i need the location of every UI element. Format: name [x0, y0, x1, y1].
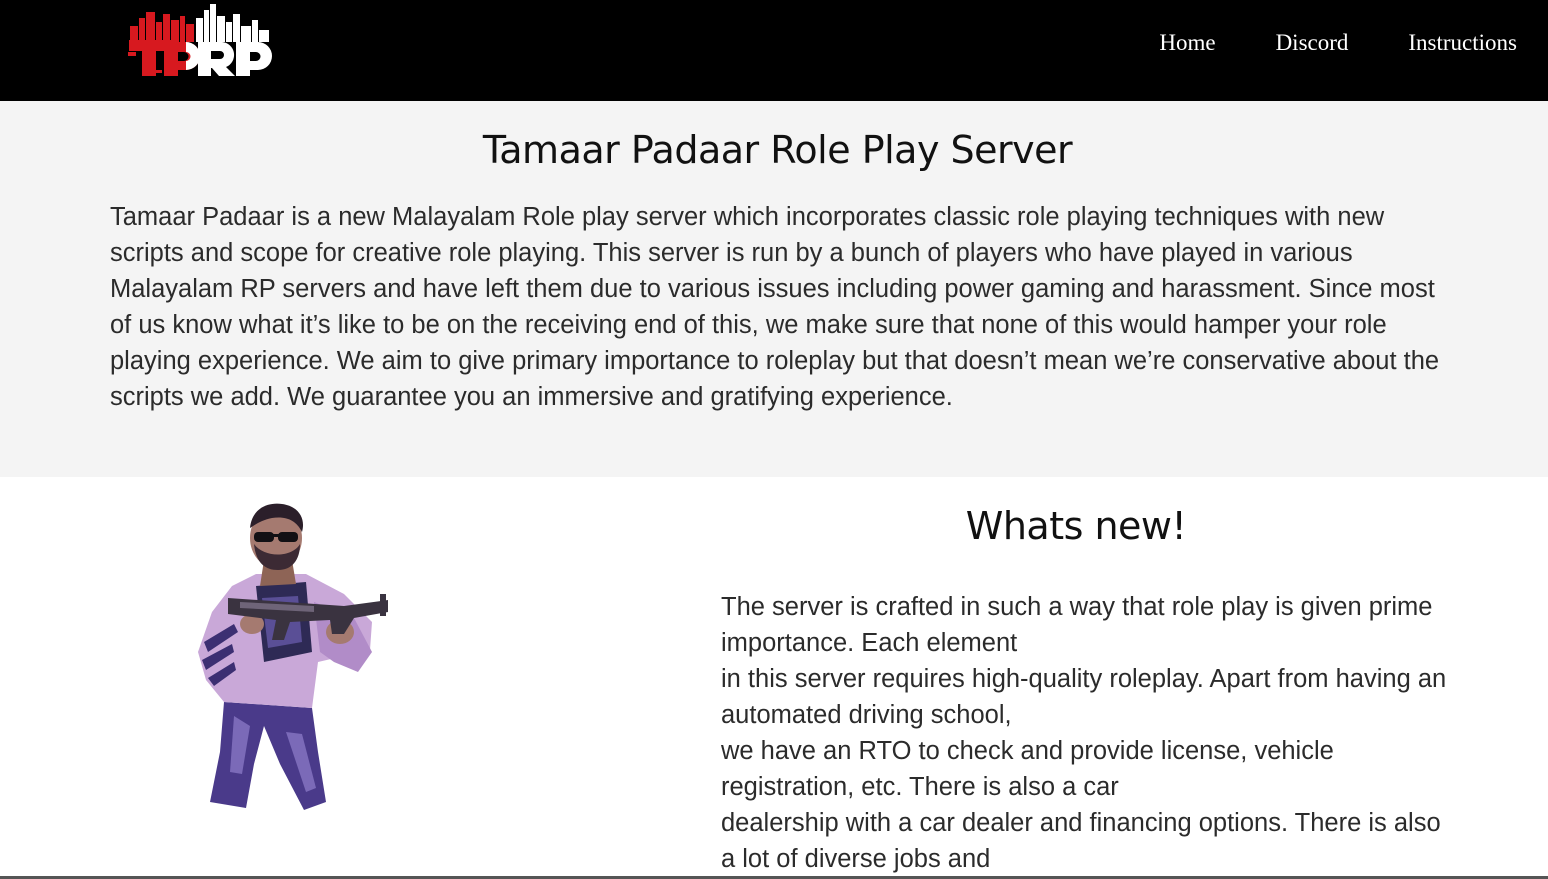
whats-new-line: we have an RTO to check and provide lice… — [721, 737, 1334, 801]
character-illustration — [194, 502, 390, 814]
intro-paragraph: Tamaar Padaar is a new Malayalam Role pl… — [110, 203, 1440, 411]
nav-instructions-link[interactable]: Instructions — [1408, 29, 1517, 57]
tprp-logo-icon — [128, 4, 272, 76]
nav-discord-link[interactable]: Discord — [1276, 29, 1349, 57]
whats-new-line: in this server requires high-quality rol… — [721, 665, 1447, 729]
navbar: Home Discord Instructions — [0, 0, 1548, 101]
page-title: Tamaar Padaar Role Play Server — [482, 128, 1073, 172]
whats-new-line: dealership with a car dealer and financi… — [721, 809, 1441, 873]
whats-new-paragraph: The server is crafted in such a way that… — [721, 589, 1531, 877]
nav-home-link[interactable]: Home — [1159, 29, 1215, 57]
whats-new-section: Whats new! The server is crafted in such… — [0, 477, 1548, 879]
tprp-logo[interactable] — [126, 4, 274, 80]
whats-new-line: The server is crafted in such a way that… — [721, 593, 1433, 657]
intro-section: Tamaar Padaar Role Play Server Tamaar Pa… — [0, 101, 1548, 477]
whats-new-title: Whats new! — [965, 504, 1187, 548]
gunman-character-icon — [198, 503, 388, 810]
nav-links: Home Discord Instructions — [1159, 29, 1517, 57]
